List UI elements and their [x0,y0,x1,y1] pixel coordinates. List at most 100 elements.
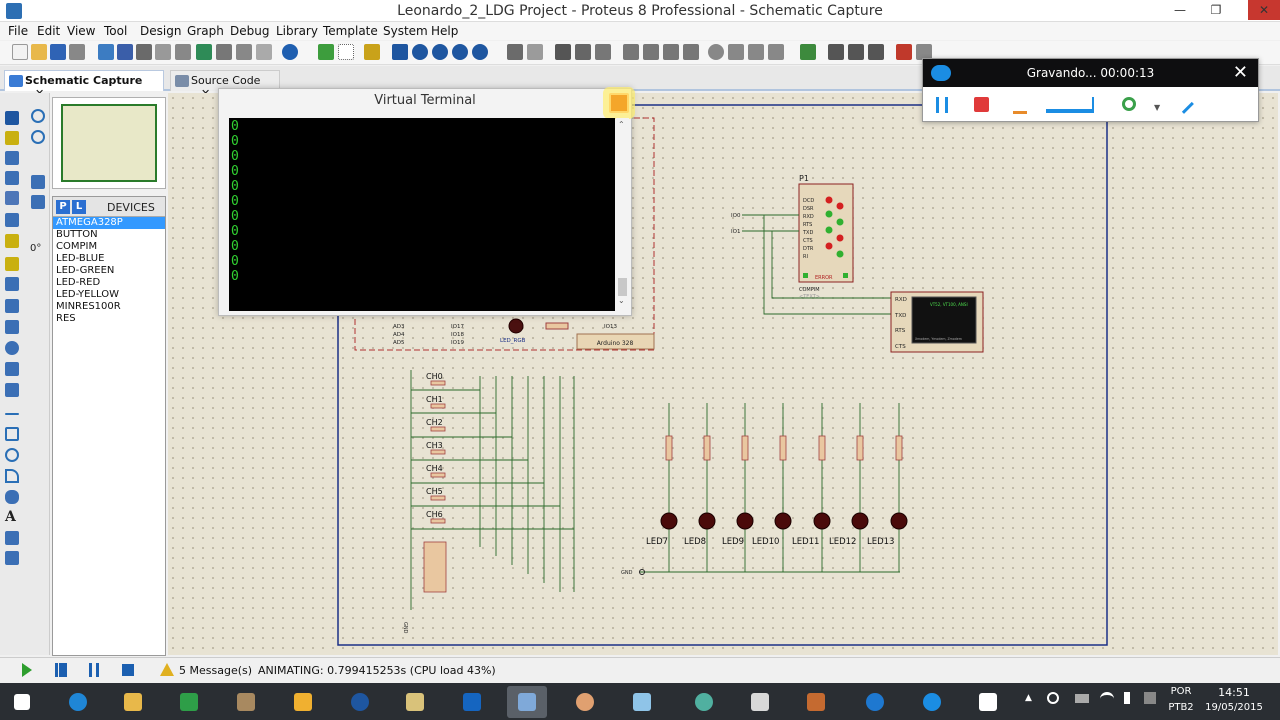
menu-edit[interactable]: Edit [37,24,60,38]
messages-count[interactable]: 5 Message(s) [179,664,252,677]
packaging-tool-icon[interactable] [748,44,764,60]
led[interactable] [851,512,869,530]
device-item[interactable]: LED-BLUE [53,253,165,265]
virtual-terminal-close-button[interactable] [609,93,629,113]
outlook-icon[interactable] [452,686,492,718]
block-copy-icon[interactable] [623,44,639,60]
minimize-recorder-icon[interactable] [1013,111,1027,114]
wire-label-icon[interactable] [5,171,19,185]
led[interactable] [774,512,792,530]
make-device-icon[interactable] [728,44,744,60]
wifi-icon[interactable] [1100,692,1114,704]
new-icon[interactable] [12,44,28,60]
menu-debug[interactable]: Debug [230,24,269,38]
zoom-in-icon[interactable] [412,44,428,60]
menu-tool[interactable]: Tool [104,24,127,38]
proteus-taskbar-icon[interactable] [507,686,547,718]
terminal-screen[interactable]: 0 0 0 0 0 0 0 0 0 0 0 [229,118,615,311]
help-app-icon[interactable] [340,686,380,718]
play-icon[interactable] [22,663,32,677]
pcb-icon[interactable] [136,44,152,60]
volume-icon[interactable] [1124,692,1136,704]
pick-devices-button[interactable]: P [56,200,70,214]
text-icon[interactable]: A [5,510,19,524]
volume-slider[interactable] [1046,97,1094,113]
onedrive-icon[interactable] [855,686,895,718]
open-icon[interactable] [31,44,47,60]
notes-icon[interactable] [256,44,272,60]
buses-icon[interactable] [5,213,19,227]
text-script-icon[interactable] [5,191,19,205]
led[interactable] [660,512,678,530]
led[interactable] [736,512,754,530]
stop-icon[interactable] [974,97,989,112]
graph-icon[interactable] [5,299,19,313]
rgb-led[interactable] [508,318,524,334]
menu-system[interactable]: System [383,24,428,38]
scroll-up-icon[interactable]: ⌃ [618,120,625,129]
pen-icon[interactable] [1174,94,1194,114]
block-move-icon[interactable] [643,44,659,60]
clock-time[interactable]: 14:51 [1204,686,1264,699]
home-icon[interactable] [98,44,114,60]
design-explorer-icon[interactable] [196,44,212,60]
led[interactable] [890,512,908,530]
store-icon[interactable] [169,686,209,718]
redo-icon[interactable] [527,44,543,60]
flag-icon[interactable] [1144,692,1156,704]
3d-icon[interactable] [155,44,171,60]
refresh-icon[interactable] [318,44,334,60]
calculator-icon[interactable] [740,686,780,718]
device-pins-icon[interactable] [5,277,19,291]
scroll-down-icon[interactable]: ⌄ [618,296,625,305]
start-button[interactable] [2,686,42,718]
pause-icon[interactable] [89,663,99,677]
line-icon[interactable] [5,413,19,415]
device-item[interactable]: LED-YELLOW [53,289,165,301]
circle-icon[interactable] [5,448,19,462]
zoom-out-icon[interactable] [432,44,448,60]
zoom-all-icon[interactable] [452,44,468,60]
menu-help[interactable]: Help [431,24,458,38]
bom-icon[interactable] [216,44,232,60]
app-icon[interactable] [622,686,662,718]
property-assignment-icon[interactable] [848,44,864,60]
rotate-ccw-icon[interactable] [31,130,45,144]
close-button[interactable]: ✕ [1248,0,1280,20]
gerber-icon[interactable] [175,44,191,60]
tab-schematic-capture[interactable]: Schematic Capture ✕ [4,70,164,100]
device-item[interactable]: RES [53,313,165,325]
tape-recorder-icon[interactable] [5,320,19,334]
menu-design[interactable]: Design [140,24,181,38]
scroll-thumb[interactable] [618,278,627,296]
app-icon[interactable] [283,686,323,718]
undo-icon[interactable] [507,44,523,60]
mirror-y-icon[interactable] [31,195,45,209]
schematic-icon[interactable] [117,44,133,60]
save-icon[interactable] [50,44,66,60]
keyboard-layout[interactable]: PTB2 [1166,702,1196,713]
box-icon[interactable] [5,427,19,441]
mirror-x-icon[interactable] [31,175,45,189]
block-delete-icon[interactable] [683,44,699,60]
source-code-icon[interactable] [236,44,252,60]
arc-icon[interactable] [5,469,19,483]
voltage-probe-icon[interactable] [5,362,19,376]
help-icon[interactable] [282,44,298,60]
terminal-scrollbar[interactable]: ⌃ ⌄ [616,118,629,311]
new-sheet-icon[interactable] [868,44,884,60]
menu-library[interactable]: Library [276,24,318,38]
origin-icon[interactable] [364,44,380,60]
close-icon[interactable]: ✕ [1233,62,1248,83]
rotate-cw-icon[interactable] [31,109,45,123]
rotation-angle[interactable]: 0° [30,243,41,254]
notes-app-icon[interactable] [395,686,435,718]
pause-icon[interactable] [936,97,948,113]
media-icon[interactable] [684,686,724,718]
search-icon[interactable] [828,44,844,60]
virtual-terminal-window[interactable]: Virtual Terminal 0 0 0 0 0 0 0 0 0 0 0 ⌃… [218,88,632,316]
virtual-instruments-icon[interactable] [5,383,19,397]
pan-icon[interactable] [392,44,408,60]
device-item[interactable]: LED-GREEN [53,265,165,277]
step-icon[interactable] [55,663,67,677]
